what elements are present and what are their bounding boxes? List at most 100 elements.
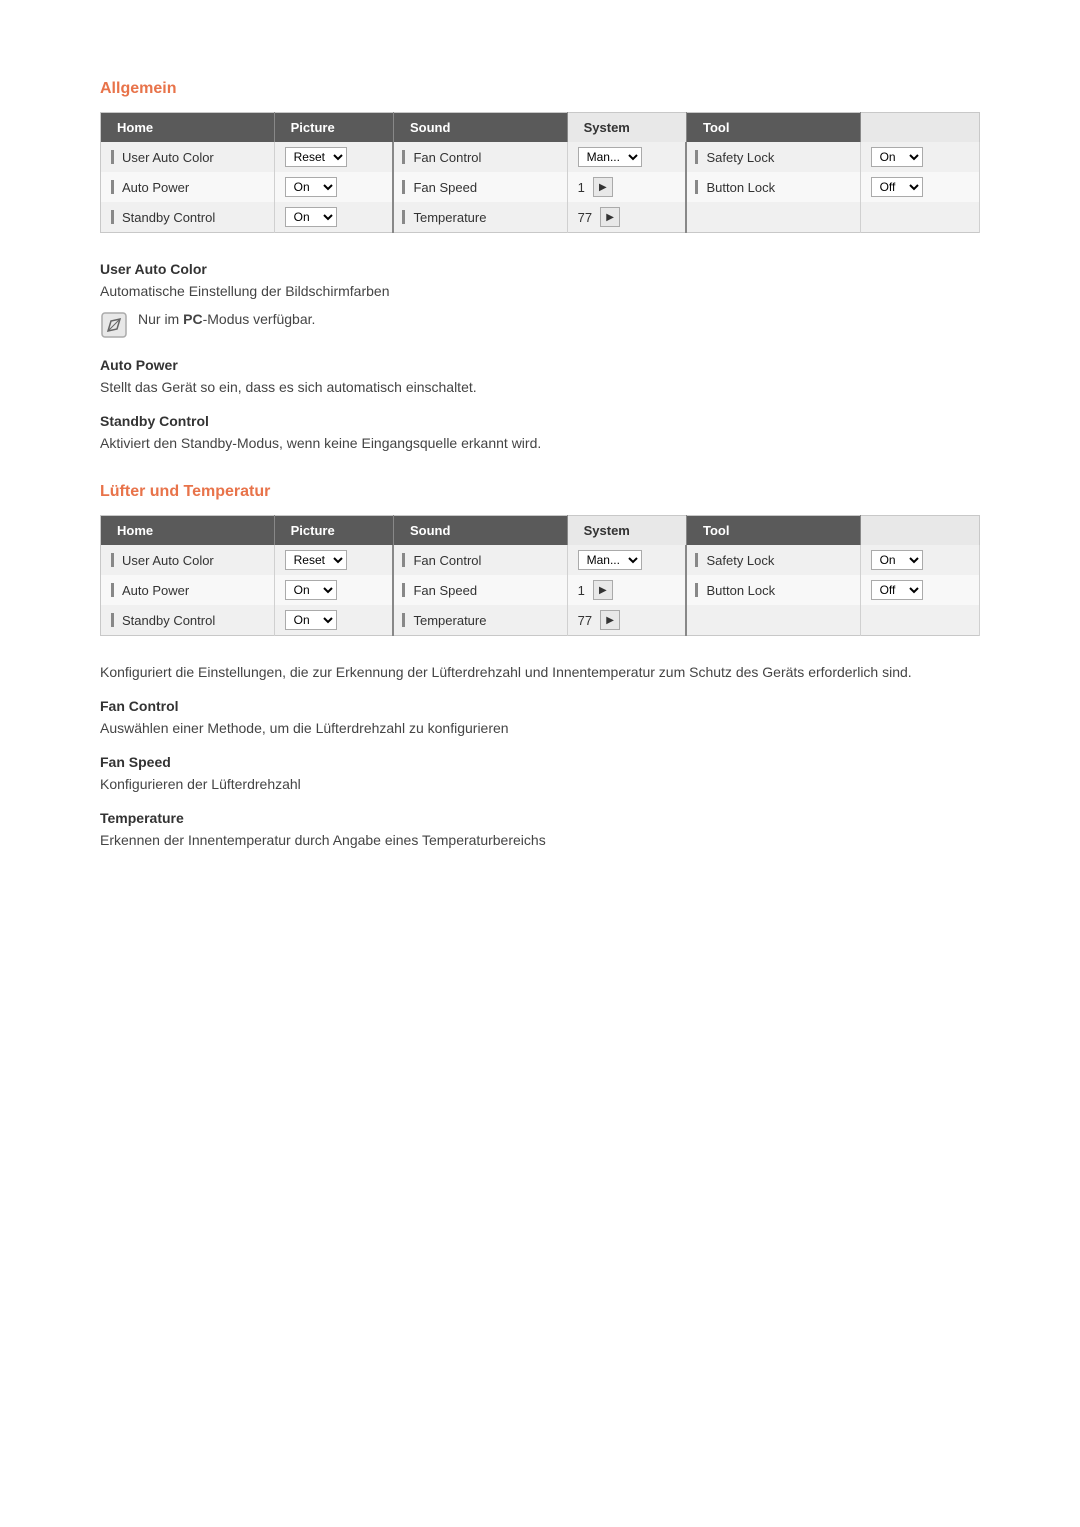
cell-button-lock: Button Lock bbox=[686, 172, 860, 202]
label2-fan-control: Fan Control bbox=[413, 553, 481, 568]
menu-table-allgemein: Home Picture Sound System Tool User Auto… bbox=[100, 112, 980, 233]
cell-temperature-val[interactable]: 77 ▶ bbox=[567, 202, 686, 233]
tab-picture[interactable]: Picture bbox=[274, 113, 393, 143]
cell-auto-power-val[interactable]: On Off bbox=[274, 172, 393, 202]
cell2-button-lock-val[interactable]: Off On bbox=[860, 575, 979, 605]
tab2-tool[interactable]: Tool bbox=[686, 516, 860, 546]
select2-standby[interactable]: On Off bbox=[285, 610, 337, 630]
table-row: Standby Control On Off Temperature bbox=[101, 202, 980, 233]
cell2-bar5 bbox=[402, 583, 405, 597]
desc-fan-speed: Konfigurieren der Lüfterdrehzahl bbox=[100, 776, 980, 792]
fan-speed-value: 1 bbox=[578, 180, 585, 195]
tab-header-row-2: Home Picture Sound System Tool bbox=[101, 516, 980, 546]
temperature-value: 77 bbox=[578, 210, 592, 225]
cell2-fan-control: Fan Control bbox=[393, 545, 567, 575]
cell2-standby-val[interactable]: On Off bbox=[274, 605, 393, 636]
desc-fan-control: Auswählen einer Methode, um die Lüfterdr… bbox=[100, 720, 980, 736]
cell2-button-lock: Button Lock bbox=[686, 575, 860, 605]
fan-speed-value-2: 1 bbox=[578, 583, 585, 598]
select-safety-lock[interactable]: On Off bbox=[871, 147, 923, 167]
section-title-allgemein: Allgemein bbox=[100, 80, 980, 98]
select2-reset[interactable]: Reset bbox=[285, 550, 347, 570]
cell2-bar4 bbox=[111, 583, 114, 597]
tab-system[interactable]: System bbox=[567, 113, 686, 143]
label2-user-auto-color: User Auto Color bbox=[122, 553, 214, 568]
select2-safety-lock[interactable]: On Off bbox=[871, 550, 923, 570]
cell2-auto-power-val[interactable]: On Off bbox=[274, 575, 393, 605]
label2-standby: Standby Control bbox=[122, 613, 215, 628]
cell-bar-icon6 bbox=[695, 180, 698, 194]
cell2-user-auto-color: User Auto Color bbox=[101, 545, 275, 575]
cell-bar-icon3 bbox=[695, 150, 698, 164]
select2-fan-control[interactable]: Man... bbox=[578, 550, 642, 570]
tab-home[interactable]: Home bbox=[101, 113, 275, 143]
label2-fan-speed: Fan Speed bbox=[413, 583, 477, 598]
cell2-bar8 bbox=[402, 613, 405, 627]
cell-safety-lock-val[interactable]: On Off bbox=[860, 142, 979, 172]
heading-user-auto-color: User Auto Color bbox=[100, 261, 980, 277]
section-allgemein: Allgemein Home Picture Sound System Tool… bbox=[100, 80, 980, 451]
tab-tool[interactable]: Tool bbox=[686, 113, 860, 143]
cell-standby-val[interactable]: On Off bbox=[274, 202, 393, 233]
tab2-picture[interactable]: Picture bbox=[274, 516, 393, 546]
tab2-home[interactable]: Home bbox=[101, 516, 275, 546]
note-pencil-icon bbox=[100, 311, 128, 339]
menu-table-luefter: Home Picture Sound System Tool User Auto… bbox=[100, 515, 980, 636]
select-reset[interactable]: Reset bbox=[285, 147, 347, 167]
cell2-bar1 bbox=[111, 553, 114, 567]
select2-auto-power[interactable]: On Off bbox=[285, 580, 337, 600]
tab-header-row: Home Picture Sound System Tool bbox=[101, 113, 980, 143]
table-row: Auto Power On Off Fan Speed bbox=[101, 575, 980, 605]
cell-safety-lock: Safety Lock bbox=[686, 142, 860, 172]
cell-bar-icon bbox=[111, 150, 114, 164]
cell2-safety-lock-val[interactable]: On Off bbox=[860, 545, 979, 575]
tab2-system[interactable]: System bbox=[567, 516, 686, 546]
cell-bar-icon4 bbox=[111, 180, 114, 194]
cell2-temperature: Temperature bbox=[393, 605, 567, 636]
cell2-standby: Standby Control bbox=[101, 605, 275, 636]
heading-temperature: Temperature bbox=[100, 810, 980, 826]
section-luefter: Lüfter und Temperatur Home Picture Sound… bbox=[100, 483, 980, 848]
cell-reset-dropdown[interactable]: Reset bbox=[274, 142, 393, 172]
select-button-lock[interactable]: Off On bbox=[871, 177, 923, 197]
fan-speed-arrow[interactable]: ▶ bbox=[593, 177, 613, 197]
tab-sound[interactable]: Sound bbox=[393, 113, 567, 143]
cell2-fan-speed-val[interactable]: 1 ▶ bbox=[567, 575, 686, 605]
cell-temperature: Temperature bbox=[393, 202, 567, 233]
desc-auto-power: Stellt das Gerät so ein, dass es sich au… bbox=[100, 379, 980, 395]
label2-button-lock: Button Lock bbox=[706, 583, 775, 598]
cell-fan-control-val[interactable]: Man... bbox=[567, 142, 686, 172]
select-standby[interactable]: On Off bbox=[285, 207, 337, 227]
label2-safety-lock: Safety Lock bbox=[706, 553, 774, 568]
cell-bar-icon5 bbox=[402, 180, 405, 194]
temperature-arrow[interactable]: ▶ bbox=[600, 207, 620, 227]
cell-standby-control: Standby Control bbox=[101, 202, 275, 233]
cell2-empty-6 bbox=[860, 605, 979, 636]
fan-speed-arrow-2[interactable]: ▶ bbox=[593, 580, 613, 600]
cell2-temperature-val[interactable]: 77 ▶ bbox=[567, 605, 686, 636]
desc-luefter-intro: Konfiguriert die Einstellungen, die zur … bbox=[100, 664, 980, 680]
label-user-auto-color: User Auto Color bbox=[122, 150, 214, 165]
label2-temperature: Temperature bbox=[413, 613, 486, 628]
cell-button-lock-val[interactable]: Off On bbox=[860, 172, 979, 202]
cell2-reset[interactable]: Reset bbox=[274, 545, 393, 575]
note-box: Nur im PC-Modus verfügbar. bbox=[100, 309, 980, 339]
select2-button-lock[interactable]: Off On bbox=[871, 580, 923, 600]
tab-spacer bbox=[860, 113, 979, 143]
cell-fan-control: Fan Control bbox=[393, 142, 567, 172]
select-fan-control[interactable]: Man... bbox=[578, 147, 642, 167]
table-row: Auto Power On Off Fan Speed bbox=[101, 172, 980, 202]
cell-fan-speed-val[interactable]: 1 ▶ bbox=[567, 172, 686, 202]
heading-fan-control: Fan Control bbox=[100, 698, 980, 714]
section-title-luefter: Lüfter und Temperatur bbox=[100, 483, 980, 501]
tab2-spacer bbox=[860, 516, 979, 546]
cell2-fan-control-val[interactable]: Man... bbox=[567, 545, 686, 575]
desc-temperature: Erkennen der Innentemperatur durch Angab… bbox=[100, 832, 980, 848]
table-row: Standby Control On Off Temperature bbox=[101, 605, 980, 636]
temperature-arrow-2[interactable]: ▶ bbox=[600, 610, 620, 630]
tab2-sound[interactable]: Sound bbox=[393, 516, 567, 546]
cell2-auto-power: Auto Power bbox=[101, 575, 275, 605]
select-auto-power[interactable]: On Off bbox=[285, 177, 337, 197]
heading-auto-power: Auto Power bbox=[100, 357, 980, 373]
cell2-bar2 bbox=[402, 553, 405, 567]
